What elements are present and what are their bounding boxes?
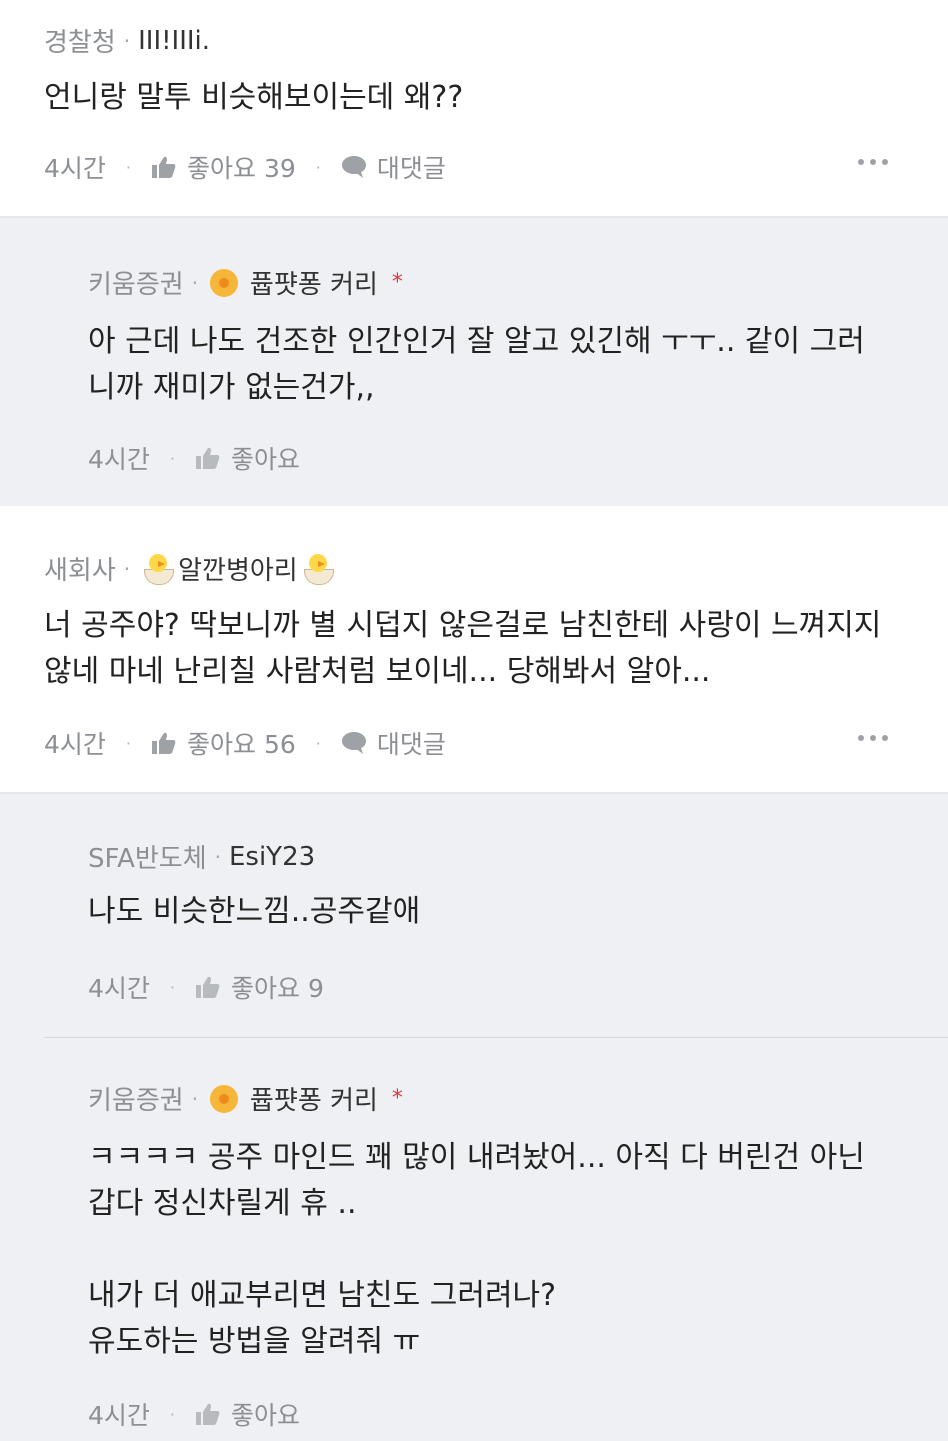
author-nickname[interactable]: 퓹퍗퐁 커리 bbox=[250, 264, 378, 301]
like-count: 좋아요 9 bbox=[231, 974, 324, 1003]
comment-text: 아 근데 나도 건조한 인간인거 잘 알고 있긴해 ㅜㅜ.. 같이 그러 니까 … bbox=[88, 324, 865, 405]
author-company: 키움증권 bbox=[88, 270, 184, 300]
like-count: 좋아요 56 bbox=[187, 730, 296, 759]
comment-text: 나도 비슷한느낌..공주같애 bbox=[88, 894, 421, 929]
comment-item: 경찰청 · III!IIIi. 언니랑 말투 비슷해보이는데 왜?? 4시간 ·… bbox=[0, 0, 948, 216]
author-star-mark: * bbox=[391, 270, 403, 295]
comment-time: 4시간 bbox=[44, 154, 106, 183]
author-nickname[interactable]: III!IIIi. bbox=[138, 26, 210, 56]
like-count: 좋아요 bbox=[231, 1401, 301, 1430]
comment-meta: 새회사 · 알깐병아리 bbox=[44, 550, 338, 587]
thumbs-up-icon bbox=[152, 732, 176, 754]
meta-separator: · bbox=[191, 1086, 199, 1111]
comment-text: 너 공주야? 딱보니까 별 시덥지 않은걸로 남친한테 사랑이 느껴지지 않네 … bbox=[44, 608, 882, 689]
like-button[interactable]: 좋아요 bbox=[195, 1396, 300, 1432]
meta-separator: · bbox=[123, 28, 131, 53]
hatching-chick-icon bbox=[302, 553, 334, 585]
thumbs-up-icon bbox=[196, 1403, 220, 1425]
author-nickname[interactable]: 퓹퍗퐁 커리 bbox=[250, 1080, 378, 1117]
like-count: 좋아요 39 bbox=[187, 154, 296, 183]
like-button[interactable]: 좋아요 39 bbox=[151, 149, 296, 185]
meta-separator: · bbox=[191, 270, 199, 295]
reply-label: 대댓글 bbox=[376, 154, 446, 183]
comment-actions: 4시간 · 좋아요 bbox=[88, 440, 300, 476]
author-company: 키움증권 bbox=[88, 1086, 184, 1116]
author-company: SFA반도체 bbox=[88, 844, 207, 874]
reply-button[interactable]: 대댓글 bbox=[341, 149, 446, 185]
more-options-icon[interactable] bbox=[858, 735, 888, 741]
comment-time: 4시간 bbox=[44, 730, 106, 759]
speech-bubble-icon bbox=[341, 732, 366, 754]
user-badge-icon bbox=[210, 1084, 239, 1113]
meta-separator: · bbox=[123, 556, 131, 581]
author-company: 새회사 bbox=[44, 556, 116, 586]
like-button[interactable]: 좋아요 56 bbox=[151, 725, 296, 761]
reply-item: 키움증권 · 퓹퍗퐁 커리 * 아 근데 나도 건조한 인간인거 잘 알고 있긴… bbox=[0, 218, 948, 506]
hatching-chick-icon bbox=[142, 553, 175, 585]
comment-meta: 키움증권 · 퓹퍗퐁 커리 * bbox=[88, 264, 403, 301]
like-count: 좋아요 bbox=[231, 445, 301, 474]
comment-time: 4시간 bbox=[88, 1401, 150, 1430]
thumbs-up-icon bbox=[152, 156, 176, 178]
comment-meta: 경찰청 · III!IIIi. bbox=[44, 22, 210, 59]
reply-item: 키움증권 · 퓹퍗퐁 커리 * ㅋㅋㅋㅋ 공주 마인드 꽤 많이 내려놨어...… bbox=[0, 1038, 948, 1441]
comment-time: 4시간 bbox=[88, 445, 150, 474]
reply-button[interactable]: 대댓글 bbox=[341, 725, 446, 761]
comment-actions: 4시간 · 좋아요 bbox=[88, 1396, 300, 1432]
comment-actions: 4시간 · 좋아요 39 · 대댓글 bbox=[44, 149, 948, 185]
comment-time: 4시간 bbox=[88, 974, 150, 1003]
author-company: 경찰청 bbox=[44, 28, 116, 58]
comment-text: ㅋㅋㅋㅋ 공주 마인드 꽤 많이 내려놨어... 아직 다 버린건 아닌 갑다 … bbox=[88, 1140, 865, 1359]
comment-meta: 키움증권 · 퓹퍗퐁 커리 * bbox=[88, 1080, 403, 1117]
author-nickname[interactable]: EsiY23 bbox=[229, 842, 315, 872]
author-star-mark: * bbox=[391, 1086, 403, 1111]
author-nickname[interactable]: 알깐병아리 bbox=[178, 550, 298, 587]
meta-separator: · bbox=[214, 844, 221, 869]
thumbs-up-icon bbox=[196, 447, 220, 469]
comment-text: 언니랑 말투 비슷해보이는데 왜?? bbox=[44, 80, 464, 115]
comment-item: 새회사 · 알깐병아리 너 공주야? 딱보니까 별 시덥지 않은걸로 남친한테 … bbox=[0, 506, 948, 792]
more-options-icon[interactable] bbox=[858, 159, 888, 165]
comment-meta: SFA반도체 · EsiY23 bbox=[88, 838, 315, 875]
reply-item: SFA반도체 · EsiY23 나도 비슷한느낌..공주같애 4시간 · 좋아요… bbox=[0, 794, 948, 1037]
speech-bubble-icon bbox=[341, 156, 366, 178]
like-button[interactable]: 좋아요 9 bbox=[195, 969, 324, 1005]
like-button[interactable]: 좋아요 bbox=[195, 440, 300, 476]
user-badge-icon bbox=[210, 268, 239, 297]
comment-actions: 4시간 · 좋아요 56 · 대댓글 bbox=[44, 725, 948, 761]
comment-actions: 4시간 · 좋아요 9 bbox=[88, 969, 324, 1005]
reply-label: 대댓글 bbox=[376, 730, 446, 759]
thumbs-up-icon bbox=[196, 976, 220, 998]
